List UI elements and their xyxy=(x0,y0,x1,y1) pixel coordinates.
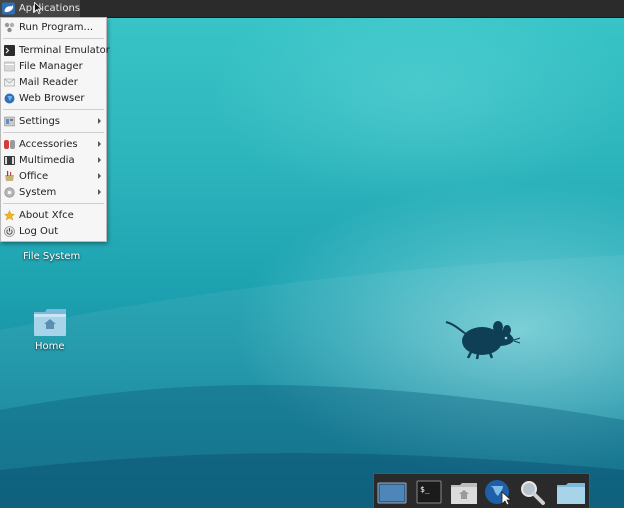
folder-icon xyxy=(557,483,585,504)
multimedia-icon xyxy=(4,155,15,165)
menu-item-accessories[interactable]: Accessories xyxy=(1,136,106,152)
xfce-mouse-logo xyxy=(445,321,521,360)
dock-web-browser[interactable] xyxy=(483,478,513,506)
file-system-label[interactable]: File System xyxy=(23,251,80,262)
menu-separator xyxy=(3,132,104,133)
menu-item-log-out[interactable]: Log Out xyxy=(1,223,106,239)
menu-item-multimedia[interactable]: Multimedia xyxy=(1,152,106,168)
xfce-logo-icon xyxy=(2,2,15,15)
menu-item-about-xfce[interactable]: About Xfce xyxy=(1,207,106,223)
menu-item-run-program[interactable]: Run Program... xyxy=(1,19,106,35)
menu-item-file-manager[interactable]: File Manager xyxy=(1,58,106,74)
system-icon xyxy=(4,186,15,198)
menu-item-office[interactable]: Office xyxy=(1,168,106,184)
dock-terminal[interactable]: $_ xyxy=(414,478,444,506)
office-icon xyxy=(5,170,14,181)
applications-label: Applications xyxy=(18,3,80,14)
accessories-icon xyxy=(4,139,15,149)
menu-item-settings[interactable]: Settings xyxy=(1,113,106,129)
menu-separator xyxy=(3,109,104,110)
home-label[interactable]: Home xyxy=(35,341,65,352)
submenu-arrow-icon xyxy=(98,141,101,147)
submenu-arrow-icon xyxy=(98,118,101,124)
top-panel: Applications xyxy=(0,0,624,18)
mail-icon xyxy=(4,78,15,86)
menu-separator xyxy=(3,38,104,39)
settings-icon xyxy=(4,116,15,126)
dock-show-desktop[interactable] xyxy=(377,478,407,506)
submenu-arrow-icon xyxy=(98,157,101,163)
menu-separator xyxy=(3,203,104,204)
home-folder-icon xyxy=(34,309,66,336)
menu-item-system[interactable]: System xyxy=(1,184,106,200)
show-desktop-icon xyxy=(377,482,407,504)
web-browser-icon xyxy=(4,93,15,103)
menu-item-terminal-emulator[interactable]: Terminal Emulator xyxy=(1,42,110,58)
home-folder-icon xyxy=(451,483,477,504)
terminal-icon: $_ xyxy=(416,480,442,504)
svg-text:$_: $_ xyxy=(420,485,430,494)
menu-item-web-browser[interactable]: Web Browser xyxy=(1,90,106,106)
submenu-arrow-icon xyxy=(98,189,101,195)
menu-item-mail-reader[interactable]: Mail Reader xyxy=(1,74,106,90)
power-icon xyxy=(4,225,15,237)
run-program-icon xyxy=(4,22,15,32)
dock-search[interactable] xyxy=(517,478,547,506)
search-icon xyxy=(521,481,545,505)
mouse-cursor-icon xyxy=(34,2,42,14)
dock-folder[interactable] xyxy=(556,478,586,506)
dock-home-folder[interactable] xyxy=(449,478,479,506)
terminal-icon xyxy=(4,44,15,56)
desktop[interactable]: Applications File System Home Run Progra… xyxy=(0,0,624,508)
submenu-arrow-icon xyxy=(98,173,101,179)
bottom-dock: $_ xyxy=(373,473,590,508)
file-manager-icon xyxy=(4,61,15,71)
home-desktop-icon[interactable] xyxy=(33,306,67,338)
web-browser-icon xyxy=(485,480,513,506)
applications-menu: Run Program... Terminal Emulator File Ma… xyxy=(0,17,110,242)
star-icon xyxy=(4,209,15,220)
